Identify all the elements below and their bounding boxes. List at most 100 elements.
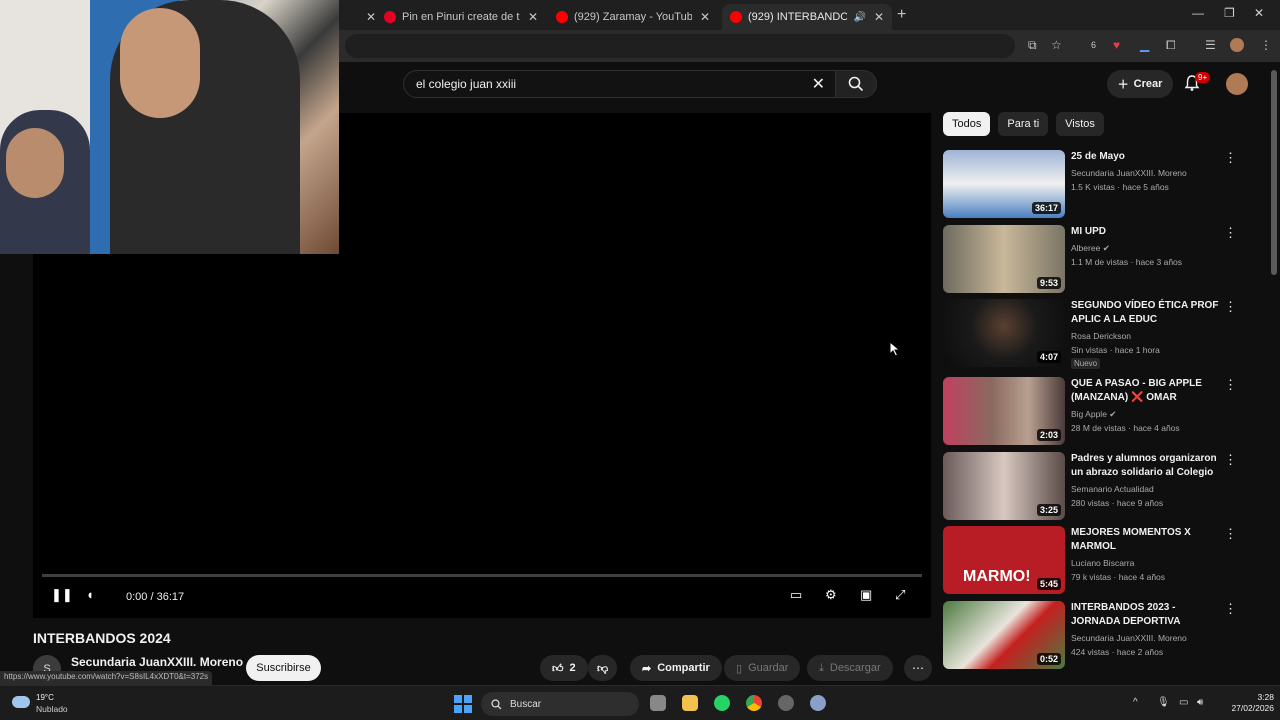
close-icon[interactable]: ✕	[528, 10, 538, 24]
progress-bar[interactable]	[42, 574, 922, 577]
recommendation-title[interactable]: 25 de Mayo	[1071, 150, 1221, 164]
extension-counter[interactable]: 6	[1091, 40, 1096, 50]
chip-para-ti[interactable]: Para ti	[998, 112, 1049, 136]
webcam-face	[120, 8, 200, 118]
weather-temperature[interactable]: 19°C	[36, 693, 54, 702]
recommendation-channel[interactable]: Semanario Actualidad	[1071, 484, 1154, 494]
theater-mode-icon[interactable]: ▣	[860, 587, 872, 603]
more-options-icon[interactable]: ⋮	[1224, 299, 1237, 315]
recommendation-channel[interactable]: Big Apple ✔	[1071, 409, 1116, 420]
media-control-icon[interactable]: ☰	[1205, 38, 1216, 52]
video-thumbnail[interactable]: 4:07	[943, 299, 1065, 367]
more-options-icon[interactable]: ⋮	[1224, 601, 1237, 617]
window-close-icon[interactable]: ✕	[1254, 6, 1264, 20]
video-thumbnail[interactable]: 0:52	[943, 601, 1065, 669]
maximize-icon[interactable]: ❐	[1224, 6, 1235, 20]
save-button[interactable]: ▯ Guardar	[724, 655, 801, 681]
volume-icon[interactable]: ◖	[86, 587, 94, 602]
recommendation-item[interactable]: 0:52 INTERBANDOS 2023 - JORNADA DEPORTIV…	[943, 601, 1268, 669]
recommendation-channel[interactable]: Secundaria JuanXXIII. Moreno	[1071, 168, 1187, 178]
taskbar-search[interactable]: Buscar	[481, 692, 639, 716]
search-button[interactable]	[835, 70, 877, 98]
recommendation-item[interactable]: 9:53 MI UPD Alberee ✔ 1.1 M de vistas · …	[943, 225, 1268, 295]
bookmark-star-icon[interactable]: ☆	[1051, 38, 1062, 52]
more-options-icon[interactable]: ⋮	[1224, 526, 1237, 542]
recommendation-item[interactable]: 3:25 Padres y alumnos organizaron un abr…	[943, 452, 1268, 522]
file-explorer-icon[interactable]	[682, 695, 698, 711]
recommendation-item[interactable]: 2:03 QUE A PASAO - BIG APPLE (MANZANA) ❌…	[943, 377, 1268, 447]
close-icon[interactable]: ✕	[366, 10, 376, 24]
subtitles-icon[interactable]: ▭	[790, 587, 802, 603]
close-icon[interactable]: ✕	[700, 10, 710, 24]
page-scrollbar[interactable]	[1271, 70, 1277, 275]
windows-start-icon[interactable]	[454, 695, 472, 713]
extension-icon[interactable]: ▁	[1140, 38, 1149, 52]
search-input[interactable]: el colegio juan xxiii ✕	[403, 70, 836, 98]
download-button[interactable]: ⤓ Descargar	[807, 655, 893, 681]
channel-name[interactable]: Secundaria JuanXXIII. Moreno	[71, 655, 243, 669]
chip-vistos[interactable]: Vistos	[1056, 112, 1104, 136]
video-thumbnail[interactable]: 2:03	[943, 377, 1065, 445]
more-actions-button[interactable]: ⋯	[904, 655, 932, 681]
more-options-icon[interactable]: ⋮	[1224, 377, 1237, 393]
more-options-icon[interactable]: ⋮	[1224, 225, 1237, 241]
recommendation-title[interactable]: MEJORES MOMENTOS X MARMOL	[1071, 526, 1221, 554]
network-icon[interactable]: ▭	[1179, 697, 1188, 708]
whatsapp-icon[interactable]	[714, 695, 730, 711]
tab-pinterest[interactable]: Pin en Pinuri create de tine ✕	[376, 4, 546, 30]
create-button[interactable]: ＋ Crear	[1107, 70, 1173, 98]
app-icon[interactable]	[778, 695, 794, 711]
recommendation-title[interactable]: QUE A PASAO - BIG APPLE (MANZANA) ❌ OMAR…	[1071, 377, 1221, 405]
recommendation-title[interactable]: INTERBANDOS 2023 - JORNADA DEPORTIVA	[1071, 601, 1221, 629]
recommendation-title[interactable]: SEGUNDO VÍDEO ÉTICA PROF APLIC A LA EDUC	[1071, 299, 1221, 327]
recommendation-channel[interactable]: Rosa Derickson	[1071, 331, 1131, 341]
extension-icon[interactable]: ♥	[1113, 38, 1120, 52]
weather-description[interactable]: Nublado	[36, 704, 68, 714]
clear-search-icon[interactable]: ✕	[812, 74, 825, 94]
tab-interbandos[interactable]: (929) INTERBANDOS 2024 🔊 ✕	[722, 4, 892, 30]
recommendation-channel[interactable]: Alberee ✔	[1071, 243, 1110, 254]
install-icon[interactable]: ⧉	[1028, 38, 1037, 53]
recommendation-item[interactable]: MARMO! 5:45 MEJORES MOMENTOS X MARMOL Lu…	[943, 526, 1268, 596]
settings-gear-icon[interactable]: ⚙	[825, 587, 837, 603]
recommendation-item[interactable]: 36:17 25 de Mayo Secundaria JuanXXIII. M…	[943, 150, 1268, 220]
subscribe-button[interactable]: Suscribirse	[246, 655, 321, 681]
pause-icon[interactable]: ❚❚	[51, 587, 73, 603]
address-bar[interactable]	[345, 34, 1015, 58]
share-button[interactable]: ➦ Compartir	[630, 655, 722, 681]
browser-menu-icon[interactable]: ⋮	[1260, 38, 1272, 52]
recommendation-channel[interactable]: Secundaria JuanXXIII. Moreno	[1071, 633, 1187, 643]
fullscreen-icon[interactable]: ⤢	[895, 587, 905, 603]
profile-icon[interactable]	[1230, 38, 1244, 52]
chrome-icon[interactable]	[746, 695, 762, 711]
speaker-icon[interactable]: 🔊	[853, 12, 865, 23]
recommendation-title[interactable]: MI UPD	[1071, 225, 1221, 239]
tray-overflow-icon[interactable]: ^	[1133, 697, 1138, 708]
recommendation-item[interactable]: 4:07 SEGUNDO VÍDEO ÉTICA PROF APLIC A LA…	[943, 299, 1268, 369]
recommendation-title[interactable]: Padres y alumnos organizaron un abrazo s…	[1071, 452, 1221, 480]
new-tab-button[interactable]: +	[897, 6, 906, 24]
tab-close-hidden[interactable]: ✕	[350, 4, 376, 30]
duration-badge: 3:25	[1036, 504, 1061, 516]
volume-icon[interactable]: 🔊︎	[1197, 697, 1203, 708]
minimize-icon[interactable]: —	[1192, 6, 1204, 20]
video-thumbnail[interactable]: MARMO! 5:45	[943, 526, 1065, 594]
more-options-icon[interactable]: ⋮	[1224, 150, 1237, 166]
close-icon[interactable]: ✕	[874, 10, 884, 24]
settings-gear-icon[interactable]	[810, 695, 826, 711]
like-button[interactable]: 👍︎ 2	[540, 655, 588, 681]
chip-todos[interactable]: Todos	[943, 112, 991, 136]
dislike-button[interactable]: 👎︎	[588, 655, 618, 681]
system-clock[interactable]: 3:28 27/02/2026	[1222, 692, 1274, 714]
video-thumbnail[interactable]: 3:25	[943, 452, 1065, 520]
task-view-icon[interactable]	[650, 695, 666, 711]
account-avatar[interactable]	[1226, 73, 1248, 95]
extensions-puzzle-icon[interactable]: ⧠	[1166, 38, 1176, 53]
tab-zaramay[interactable]: (929) Zaramay - YouTube ✕	[548, 4, 718, 30]
more-options-icon[interactable]: ⋮	[1224, 452, 1237, 468]
video-thumbnail[interactable]: 36:17	[943, 150, 1065, 218]
microphone-icon[interactable]: 🎙︎	[1157, 697, 1170, 708]
recommendation-channel[interactable]: Luciano Biscarra	[1071, 558, 1134, 568]
cloud-icon[interactable]	[12, 696, 30, 708]
video-thumbnail[interactable]: 9:53	[943, 225, 1065, 293]
